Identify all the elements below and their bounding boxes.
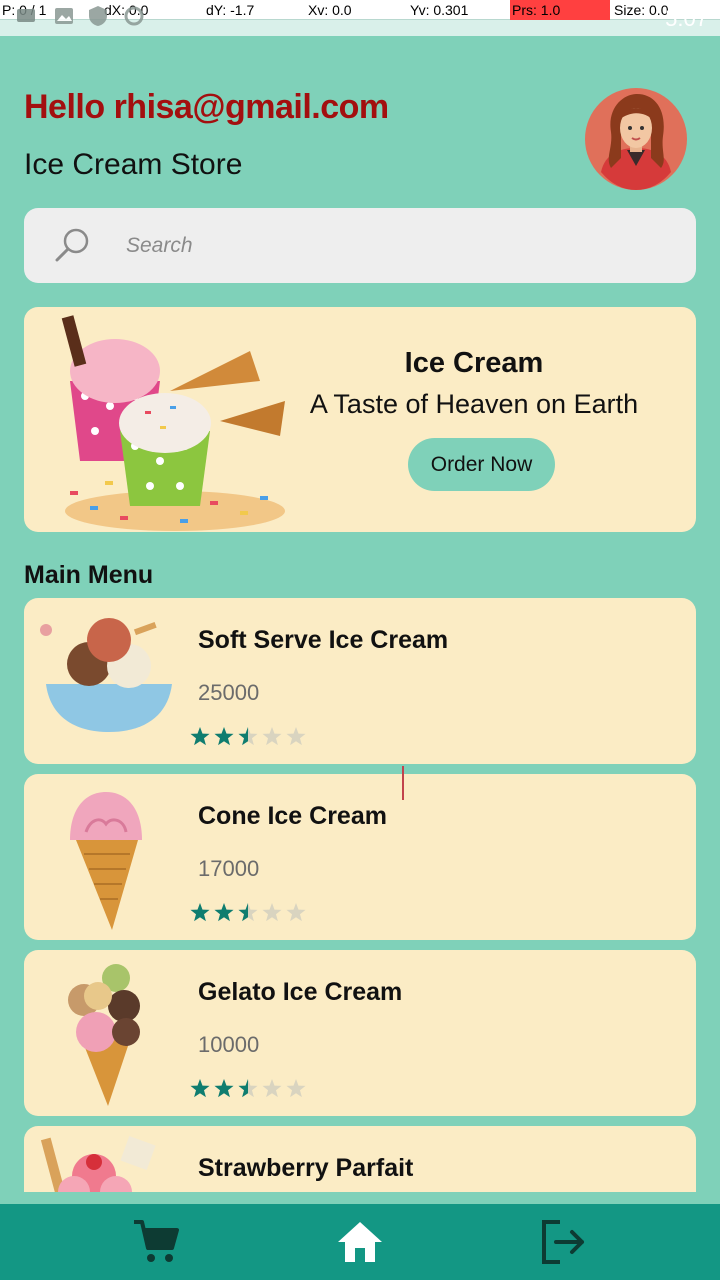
menu-list[interactable]: Soft Serve Ice Cream 25000 Cone Ice Crea…: [24, 598, 696, 1192]
menu-item[interactable]: Strawberry Parfait: [24, 1126, 696, 1192]
rating-stars: [190, 1079, 306, 1098]
item-name: Gelato Ice Cream: [198, 978, 403, 1006]
star-filled-icon: [190, 727, 210, 746]
star-filled-icon: [214, 727, 234, 746]
star-filled-icon: [214, 903, 234, 922]
overlay-pressure: Prs: 1.0: [510, 0, 610, 20]
strawberry-parfait-image: [40, 1136, 156, 1192]
menu-item[interactable]: Gelato Ice Cream 10000: [24, 950, 696, 1116]
notification-icon: [17, 9, 35, 22]
order-now-button[interactable]: Order Now: [408, 438, 555, 491]
banner-title: Ice Cream: [404, 347, 544, 379]
bottom-navigation: [0, 1204, 720, 1280]
menu-item[interactable]: Soft Serve Ice Cream 25000: [24, 598, 696, 764]
item-name: Strawberry Parfait: [198, 1154, 414, 1182]
star-empty-icon: [286, 1079, 306, 1098]
item-price: 10000: [198, 1032, 260, 1057]
search-input[interactable]: [126, 228, 646, 264]
star-empty-icon: [262, 1079, 282, 1098]
overlay-size: Size: 0.0: [614, 2, 669, 18]
woman-avatar-icon[interactable]: [585, 88, 687, 190]
item-price: 17000: [198, 856, 260, 881]
menu-item[interactable]: Cone Ice Cream 17000: [24, 774, 696, 940]
item-name: Cone Ice Cream: [198, 802, 387, 830]
gelato-cone-image: [68, 964, 140, 1106]
cone-ice-cream-image: [70, 792, 142, 930]
star-filled-icon: [190, 903, 210, 922]
search-icon: [55, 228, 89, 262]
shield-icon: [89, 6, 107, 26]
status-time: 5:07: [665, 6, 708, 31]
main-menu-title: Main Menu: [24, 561, 154, 589]
rating-stars: [190, 727, 306, 746]
cart-icon[interactable]: [132, 1218, 180, 1266]
store-name: Ice Cream Store: [24, 148, 243, 181]
pointer-location-overlay: P: 0 / 1 dX: 0.0 dY: -1.7 Xv: 0.0 Yv: 0.…: [0, 0, 720, 36]
item-name: Soft Serve Ice Cream: [198, 626, 449, 654]
banner-subtitle: A Taste of Heaven on Earth: [309, 389, 639, 419]
star-empty-icon: [262, 903, 282, 922]
search-bar[interactable]: [24, 208, 696, 283]
home-icon[interactable]: [336, 1218, 384, 1266]
overlay-dy: dY: -1.7: [206, 2, 255, 18]
touch-pointer-trace: [402, 766, 404, 800]
soft-serve-bowl-image: [40, 618, 172, 732]
image-icon: [55, 8, 73, 24]
overlay-yv: Yv: 0.301: [410, 2, 469, 18]
star-filled-icon: [214, 1079, 234, 1098]
star-empty-icon: [286, 903, 306, 922]
greeting-text: Hello rhisa@gmail.com: [24, 88, 389, 126]
ice-cream-cups-image: [61, 315, 285, 531]
logout-icon[interactable]: [538, 1218, 586, 1266]
star-filled-icon: [190, 1079, 210, 1098]
overlay-xv: Xv: 0.0: [308, 2, 352, 18]
star-empty-icon: [262, 727, 282, 746]
item-price: 25000: [198, 680, 260, 705]
promo-banner: Ice Cream A Taste of Heaven on Earth Ord…: [24, 307, 696, 532]
star-empty-icon: [286, 727, 306, 746]
rating-stars: [190, 903, 306, 922]
sync-icon: [124, 6, 144, 26]
